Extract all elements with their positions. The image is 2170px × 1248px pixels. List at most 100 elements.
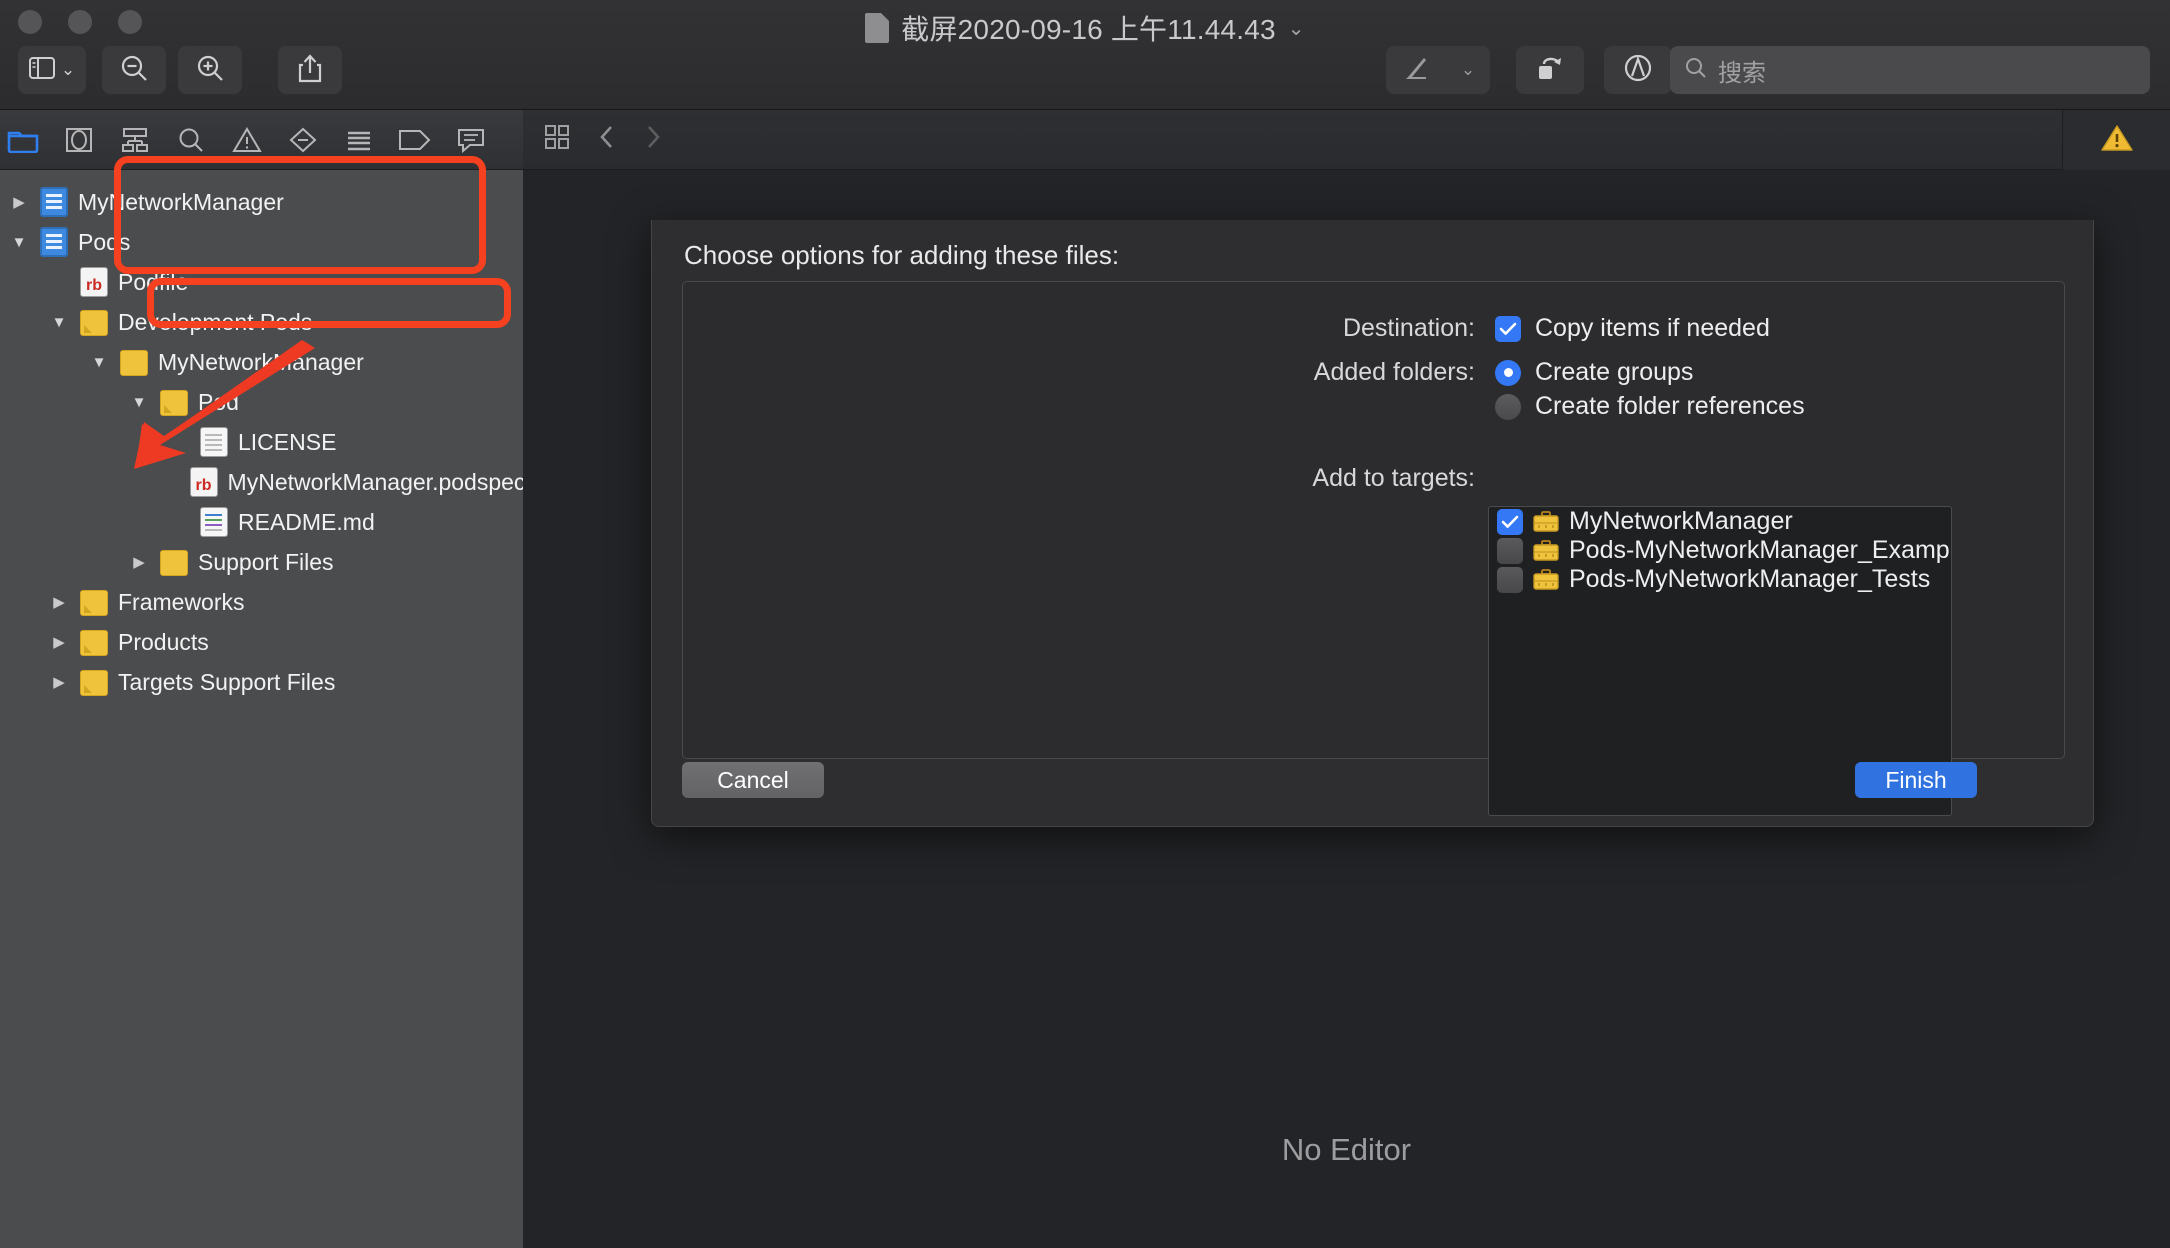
target-name-label: Pods-MyNetworkManager_Example [1569,536,1952,564]
disclosure-open-icon[interactable]: ▼ [88,354,110,371]
zoom-in-button[interactable] [178,46,242,94]
project-file-tree: ▶ MyNetworkManager ▼ Pods ▶ Podfile ▼ Developme… [0,170,523,702]
share-icon [297,53,323,88]
disclosure-closed-icon[interactable]: ▶ [48,673,70,691]
sidebar-item-source-control-navigator[interactable] [62,123,96,157]
ruby-file-icon [189,467,218,497]
targets-list-body: MyNetworkManager Pods-MyNetworkManager_Ex… [1489,507,1951,594]
search-icon [1684,56,1708,85]
markup-tool-dropdown[interactable]: ⌄ [1446,46,1490,94]
chevron-down-icon[interactable]: ⌄ [61,60,75,80]
target-name-label: MyNetworkManager [1569,507,1793,535]
markup-tool-button[interactable] [1386,46,1446,94]
target-row[interactable]: Pods-MyNetworkManager_Tests [1489,565,1951,594]
sidebar-item-breakpoint-navigator[interactable] [398,123,432,157]
sidebar-item-project-navigator[interactable] [6,123,40,157]
tree-row[interactable]: ▼ Development Pods [0,302,523,342]
tree-row[interactable]: ▶ Products [0,622,523,662]
text-file-icon [200,427,228,457]
tree-row-label: Support Files [198,548,334,575]
circle-a-icon [1622,52,1654,89]
project-icon [40,187,68,217]
sidebar-item-find-navigator[interactable] [174,123,208,157]
folder-icon [120,350,148,376]
tree-row[interactable]: ▼ MyNetworkManager [0,342,523,382]
tree-row[interactable]: ▶ MyNetworkManager.podspec [0,462,523,502]
screenshot-root: 截屏2020-09-16 上午11.44.43 ⌄ ⌄ ⌄ 搜索 ▶ MyNet… [0,0,2170,1248]
rotate-tool-button[interactable] [1516,46,1584,94]
disclosure-closed-icon[interactable]: ▶ [48,633,70,651]
go-forward-button[interactable] [643,123,663,156]
sidebar-item-issue-navigator[interactable] [230,123,264,157]
warning-triangle-icon [2100,123,2134,158]
annotate-tool-button[interactable] [1604,46,1672,94]
disclosure-closed-icon[interactable]: ▶ [8,193,30,211]
disclosure-spacer: ▶ [48,273,70,291]
search-field[interactable]: 搜索 [1670,46,2150,94]
tree-row[interactable]: ▶ Podfile [0,262,523,302]
checkbox-checked-icon[interactable] [1497,508,1523,535]
sheet-title: Choose options for adding these files: [684,240,1120,270]
go-back-button[interactable] [597,123,617,156]
cancel-button[interactable]: Cancel [682,762,824,798]
create-groups-radio[interactable]: Create groups [1495,358,1693,387]
sidebar-item-report-navigator[interactable] [454,123,488,157]
pen-icon [1402,54,1430,87]
create-groups-label: Create groups [1535,358,1694,386]
navigator-tab-bar [0,110,523,170]
project-navigator-panel[interactable]: ▶ MyNetworkManager ▼ Pods ▶ Podfile ▼ Developme… [0,170,523,1248]
tree-row-label: Pods [78,228,131,255]
tree-row[interactable]: ▶ Support Files [0,542,523,582]
sidebar-toggle-button[interactable]: ⌄ [18,46,86,94]
preview-titlebar: 截屏2020-09-16 上午11.44.43 ⌄ ⌄ ⌄ 搜索 [0,0,2170,110]
editor-status-area [2062,110,2170,170]
search-placeholder: 搜索 [1718,59,1766,87]
tree-row[interactable]: ▶ LICENSE [0,422,523,462]
add-to-targets-row: Add to targets: [683,464,1475,493]
finish-button[interactable]: Finish [1855,762,1977,798]
tree-row-label: MyNetworkManager [158,348,364,375]
copy-items-label: Copy items if needed [1535,314,1770,342]
tree-row[interactable]: ▼ Pod [0,382,523,422]
sidebar-item-debug-navigator[interactable] [342,123,376,157]
added-folders-row: Added folders: Create groups [683,358,1843,387]
tree-row[interactable]: ▶ Targets Support Files [0,662,523,702]
target-name-label: Pods-MyNetworkManager_Tests [1569,565,1931,593]
markdown-file-icon [200,507,228,537]
add-files-sheet: Choose options for adding these files: D… [651,220,2094,827]
folder-icon [160,550,188,576]
disclosure-open-icon[interactable]: ▼ [48,314,70,331]
share-button[interactable] [278,46,342,94]
tree-row[interactable]: ▶ Frameworks [0,582,523,622]
zoom-out-button[interactable] [102,46,166,94]
target-row[interactable]: MyNetworkManager [1489,507,1951,536]
tree-row-label: Development Pods [118,308,313,335]
disclosure-open-icon[interactable]: ▼ [8,234,30,251]
chevron-down-icon[interactable]: ⌄ [1288,16,1305,41]
tree-row-label: Podfile [118,268,189,295]
checkbox-unchecked-icon[interactable] [1497,566,1523,593]
tree-row[interactable]: ▼ Pods [0,222,523,262]
copy-items-checkbox[interactable]: Copy items if needed [1495,314,1770,343]
sidebar-item-symbol-navigator[interactable] [118,123,152,157]
checkbox-unchecked-icon[interactable] [1497,537,1523,564]
target-briefcase-icon [1533,510,1559,533]
related-items-button[interactable] [543,123,571,156]
sidebar-item-test-navigator[interactable] [286,123,320,157]
folder-icon [160,390,188,416]
disclosure-spacer: ▶ [168,433,190,451]
folder-icon [80,310,108,336]
target-briefcase-icon [1533,568,1559,591]
tree-row-label: Targets Support Files [118,668,336,695]
disclosure-open-icon[interactable]: ▼ [128,394,150,411]
create-folder-references-radio[interactable]: Create folder references [1495,392,1805,421]
target-row[interactable]: Pods-MyNetworkManager_Example [1489,536,1951,565]
window-title: 截屏2020-09-16 上午11.44.43 ⌄ [0,8,2170,48]
tree-row-label: MyNetworkManager.podspec [227,468,523,495]
disclosure-closed-icon[interactable]: ▶ [48,593,70,611]
disclosure-closed-icon[interactable]: ▶ [128,553,150,571]
add-to-targets-label: Add to targets: [1312,464,1475,492]
tree-row[interactable]: ▶ MyNetworkManager [0,182,523,222]
editor-jump-bar [523,110,2170,170]
tree-row[interactable]: ▶ README.md [0,502,523,542]
